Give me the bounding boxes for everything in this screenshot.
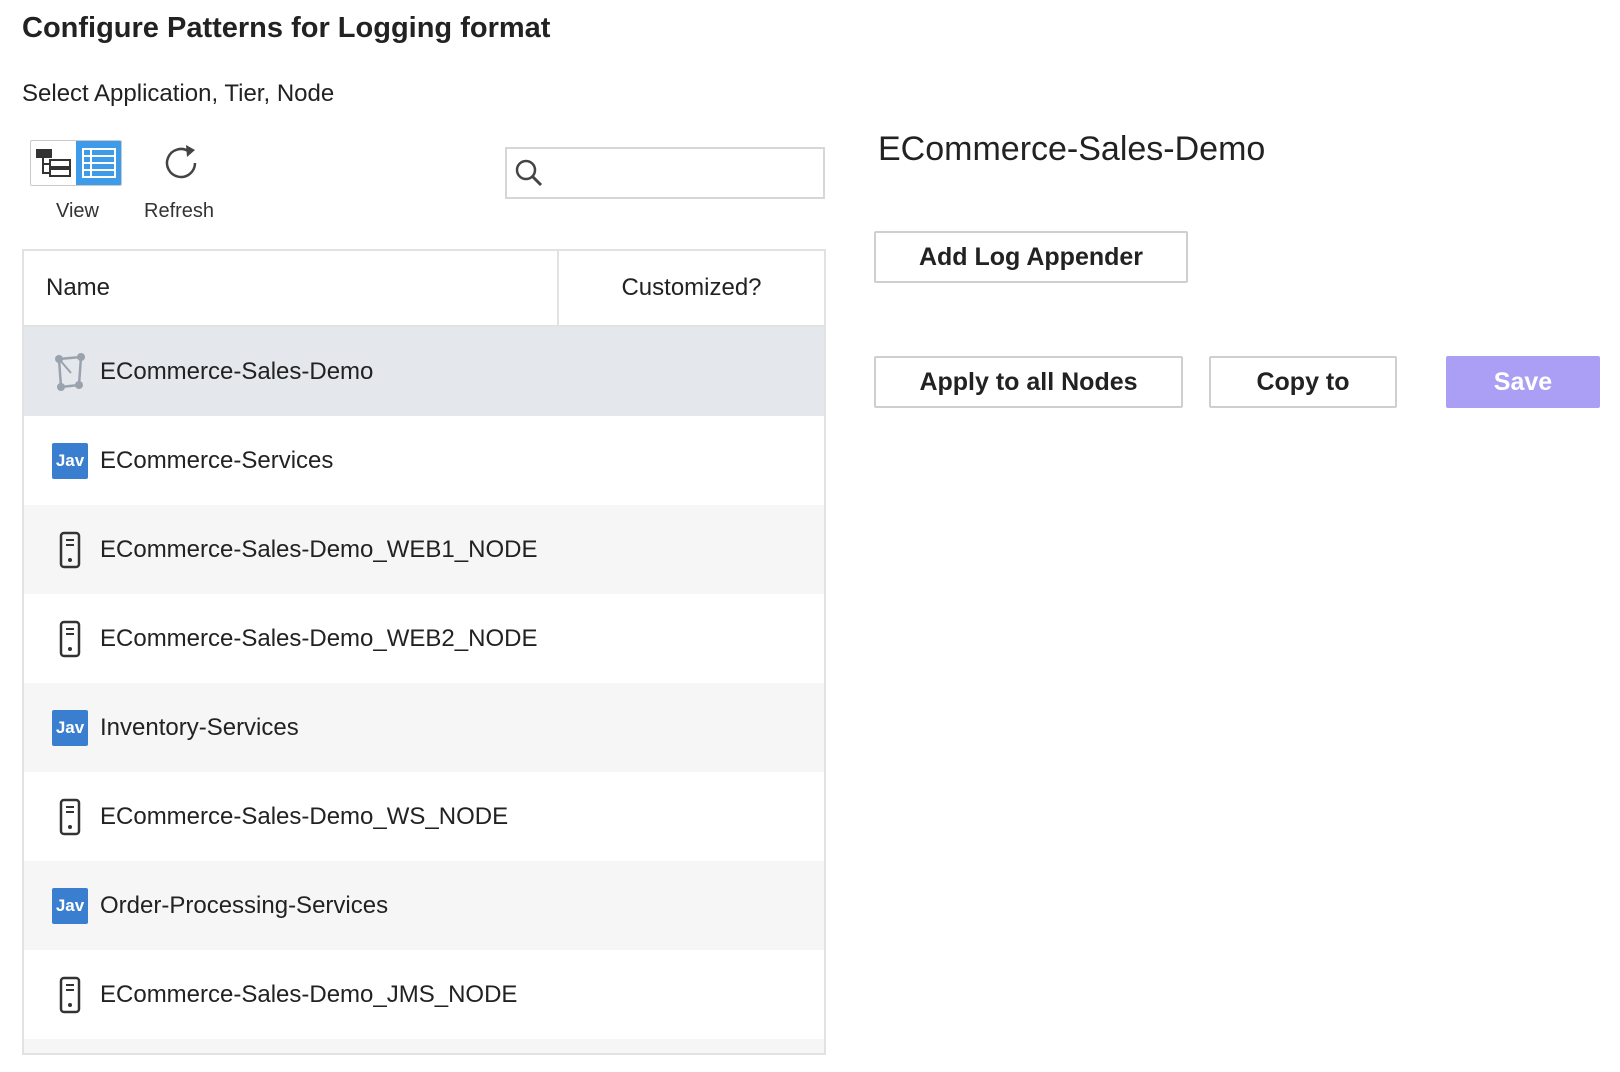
row-label: ECommerce-Sales-Demo_JMS_NODE: [100, 980, 518, 1008]
page-title: Configure Patterns for Logging format: [22, 12, 551, 44]
view-toggle: [30, 140, 122, 186]
copy-to-button[interactable]: Copy to: [1209, 356, 1397, 408]
java-badge: Jav: [52, 887, 88, 924]
grid-header: Name Customized?: [24, 251, 824, 327]
row-label: ECommerce-Services: [100, 446, 334, 474]
row-label: Inventory-Services: [100, 713, 299, 741]
name-column-header[interactable]: Name: [24, 251, 559, 325]
list-view-icon: [81, 148, 116, 178]
java-tier-icon: Jav: [52, 441, 88, 481]
java-badge: Jav: [52, 442, 88, 479]
tree-grid: Name Customized? ECommerce-Sales-Demo Ja…: [22, 249, 826, 1055]
tree-view-button[interactable]: [31, 141, 76, 185]
java-tier-icon: Jav: [52, 886, 88, 926]
row-label: ECommerce-Sales-Demo_WEB1_NODE: [100, 535, 538, 563]
server-node-icon: [52, 797, 88, 837]
refresh-label: Refresh: [144, 200, 215, 222]
java-badge: Jav: [52, 709, 88, 746]
list-view-button[interactable]: [76, 141, 121, 185]
row-label: Order-Processing-Services: [100, 891, 389, 919]
refresh-button[interactable]: [158, 140, 204, 186]
application-icon: [52, 352, 88, 392]
server-node-icon: [52, 975, 88, 1015]
table-row[interactable]: Jav Inventory-Services: [24, 683, 824, 772]
refresh-icon: [165, 145, 197, 179]
row-label: ECommerce-Sales-Demo_WEB2_NODE: [100, 624, 538, 652]
search-box: [505, 147, 825, 199]
add-log-appender-button[interactable]: Add Log Appender: [874, 231, 1188, 283]
server-node-icon: [52, 619, 88, 659]
table-row[interactable]: ECommerce-Sales-Demo_WS_NODE: [24, 772, 824, 861]
search-input[interactable]: [551, 150, 823, 196]
table-row[interactable]: Jav Order-Processing-Services: [24, 861, 824, 950]
save-button[interactable]: Save: [1446, 356, 1600, 408]
page-subtitle: Select Application, Tier, Node: [22, 80, 335, 107]
apply-to-all-nodes-button[interactable]: Apply to all Nodes: [874, 356, 1183, 408]
table-row[interactable]: ECommerce-Sales-Demo_WEB1_NODE: [24, 505, 824, 594]
java-tier-icon: Jav: [52, 708, 88, 748]
row-label: ECommerce-Sales-Demo: [100, 357, 374, 385]
table-row: [24, 1039, 824, 1053]
table-row[interactable]: ECommerce-Sales-Demo: [24, 327, 824, 416]
view-label: View: [56, 200, 99, 222]
search-icon: [507, 149, 551, 197]
selected-app-heading: ECommerce-Sales-Demo: [878, 130, 1266, 168]
table-row[interactable]: ECommerce-Sales-Demo_WEB2_NODE: [24, 594, 824, 683]
table-row[interactable]: ECommerce-Sales-Demo_JMS_NODE: [24, 950, 824, 1039]
customized-column-header[interactable]: Customized?: [559, 251, 824, 325]
tree-view-icon: [35, 149, 71, 177]
server-node-icon: [52, 530, 88, 570]
table-row[interactable]: Jav ECommerce-Services: [24, 416, 824, 505]
row-label: ECommerce-Sales-Demo_WS_NODE: [100, 802, 509, 830]
